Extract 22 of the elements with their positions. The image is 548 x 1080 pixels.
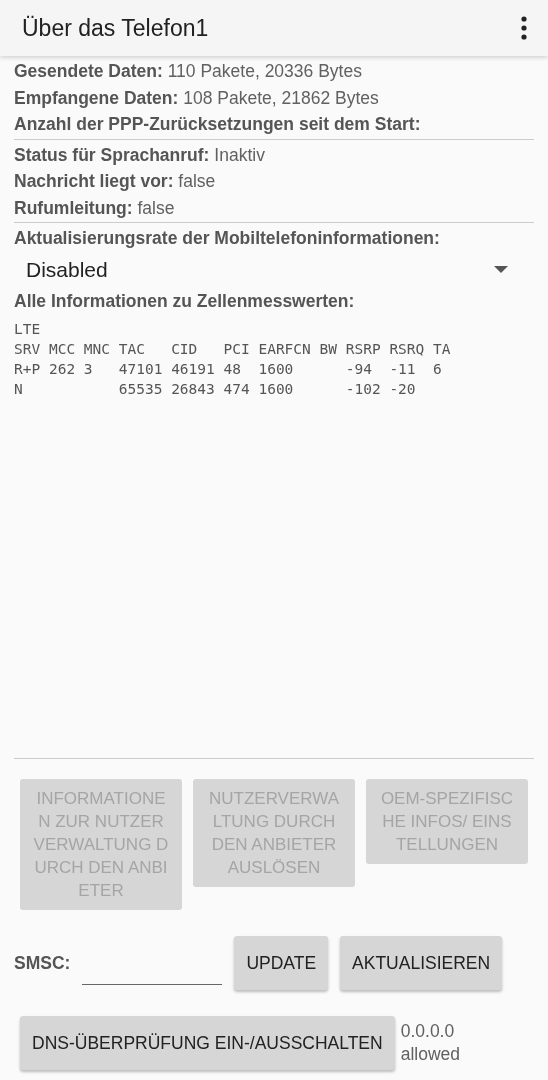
info-row-text: Gesendete Daten: 110 Pakete, 20336 Bytes — [14, 60, 363, 83]
refresh-rate-label: Aktualisierungsrate der Mobiltelefoninformationen: — [14, 227, 441, 250]
cell-info-line: R+P 262 3 47101 46191 48 1600 -94 -11 6 — [14, 360, 443, 379]
dns-status-text: 0.0.0.0 — [400, 1020, 456, 1043]
info-row-text: Empfangene Daten: 108 Pakete, 21862 Bytes — [14, 86, 380, 110]
cell-info-line: N 65535 26843 474 1600 -102 -20 — [14, 380, 417, 399]
info-row-text: Anzahl der PPP-Zurücksetzungen seit dem Start: — [14, 113, 422, 136]
dns-toggle-button[interactable]: DNS-ÜBERPRÜFUNG EIN-/AUSSCHALTEN — [20, 1016, 395, 1070]
app-title: Über das Telefon1 — [22, 14, 209, 42]
cell-info-label: Alle Informationen zu Zellenmesswerten: — [14, 289, 356, 313]
smsc-label: SMSC: — [14, 952, 71, 974]
info-row-text: Nachricht liegt vor: false — [14, 170, 217, 193]
info-row-text: Rufumleitung: false — [14, 196, 176, 220]
cell-info-line: LTE — [14, 320, 42, 339]
smsc-button[interactable]: UPDATE — [234, 936, 329, 990]
refresh-rate-dropdown[interactable]: Disabled — [14, 251, 534, 288]
dns-status-text: allowed — [400, 1043, 461, 1066]
cell-info-line: SRV MCC MNC TAC CID PCI EARFCN BW RSRP RSRQ TA — [14, 340, 452, 359]
dropdown-caret-icon — [494, 266, 508, 273]
smsc-button[interactable]: AKTUALISIEREN — [340, 936, 503, 990]
more-options-icon[interactable] — [520, 16, 528, 40]
info-row-text: Status für Sprachanruf: Inaktiv — [14, 143, 266, 167]
